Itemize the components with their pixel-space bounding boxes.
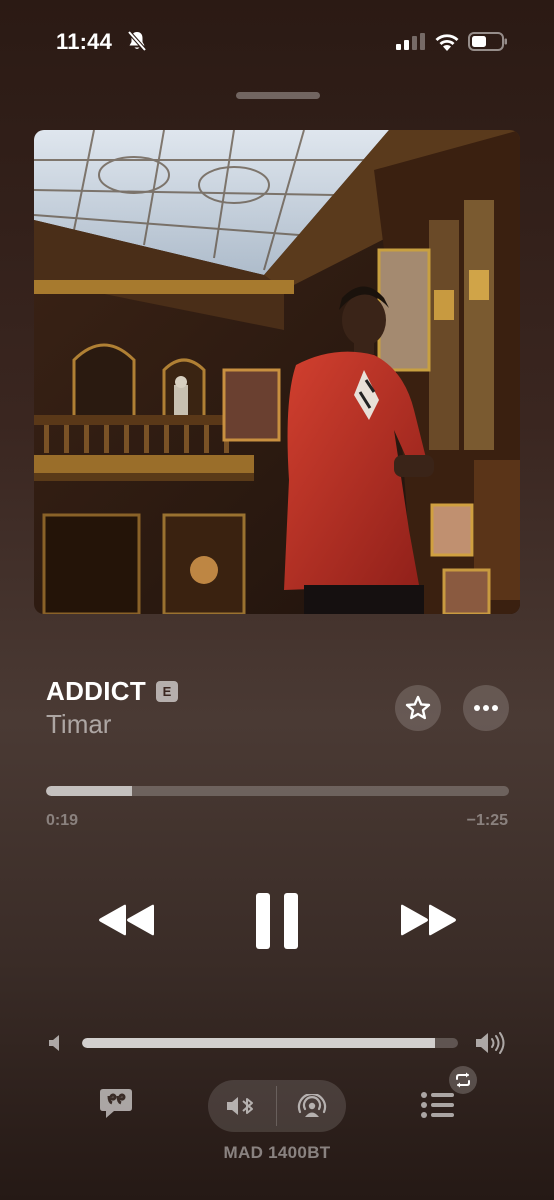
remaining-time: −1:25 (466, 812, 508, 829)
song-title-row[interactable]: ADDICT E (46, 676, 179, 707)
status-time: 11:44 (56, 29, 113, 54)
output-device-name: MAD 1400BT (223, 1143, 331, 1162)
speaker-low-icon (49, 1035, 59, 1051)
favorite-button[interactable] (395, 685, 441, 731)
volume-slider[interactable] (82, 1038, 458, 1048)
queue-icon[interactable] (420, 1090, 456, 1120)
elapsed-time: 0:19 (46, 812, 79, 829)
song-title: ADDICT (46, 676, 147, 706)
status-bar: 11:44 (0, 0, 554, 80)
wifi-icon (435, 34, 459, 51)
airplay-icon (297, 1094, 326, 1117)
progress-fill (46, 786, 132, 796)
bell-slash-icon (127, 30, 147, 52)
bluetooth-speaker-button[interactable] (208, 1080, 277, 1132)
progress-slider[interactable] (46, 786, 509, 796)
album-artwork (34, 130, 520, 614)
lyrics-icon[interactable] (98, 1087, 134, 1121)
signal-icon (396, 33, 425, 50)
pause-icon[interactable] (253, 892, 301, 950)
fast-forward-icon[interactable] (398, 903, 458, 937)
route-divider (276, 1086, 277, 1126)
rewind-icon[interactable] (97, 903, 157, 937)
volume-fill (82, 1038, 436, 1048)
repeat-icon (456, 1072, 470, 1088)
more-button[interactable] (463, 685, 509, 731)
ellipsis-icon (474, 705, 498, 711)
audio-route-control[interactable] (208, 1080, 346, 1132)
artist-name[interactable]: Timar (46, 709, 111, 740)
star-icon (405, 695, 431, 720)
battery-icon (468, 32, 507, 51)
sheet-grabber[interactable] (236, 92, 320, 99)
album-artwork-image (34, 130, 520, 614)
bluetooth-speaker-icon (226, 1097, 253, 1115)
repeat-button[interactable] (449, 1066, 477, 1094)
explicit-badge: E (156, 681, 179, 702)
speaker-high-icon (476, 1032, 505, 1054)
airplay-button[interactable] (277, 1080, 346, 1132)
